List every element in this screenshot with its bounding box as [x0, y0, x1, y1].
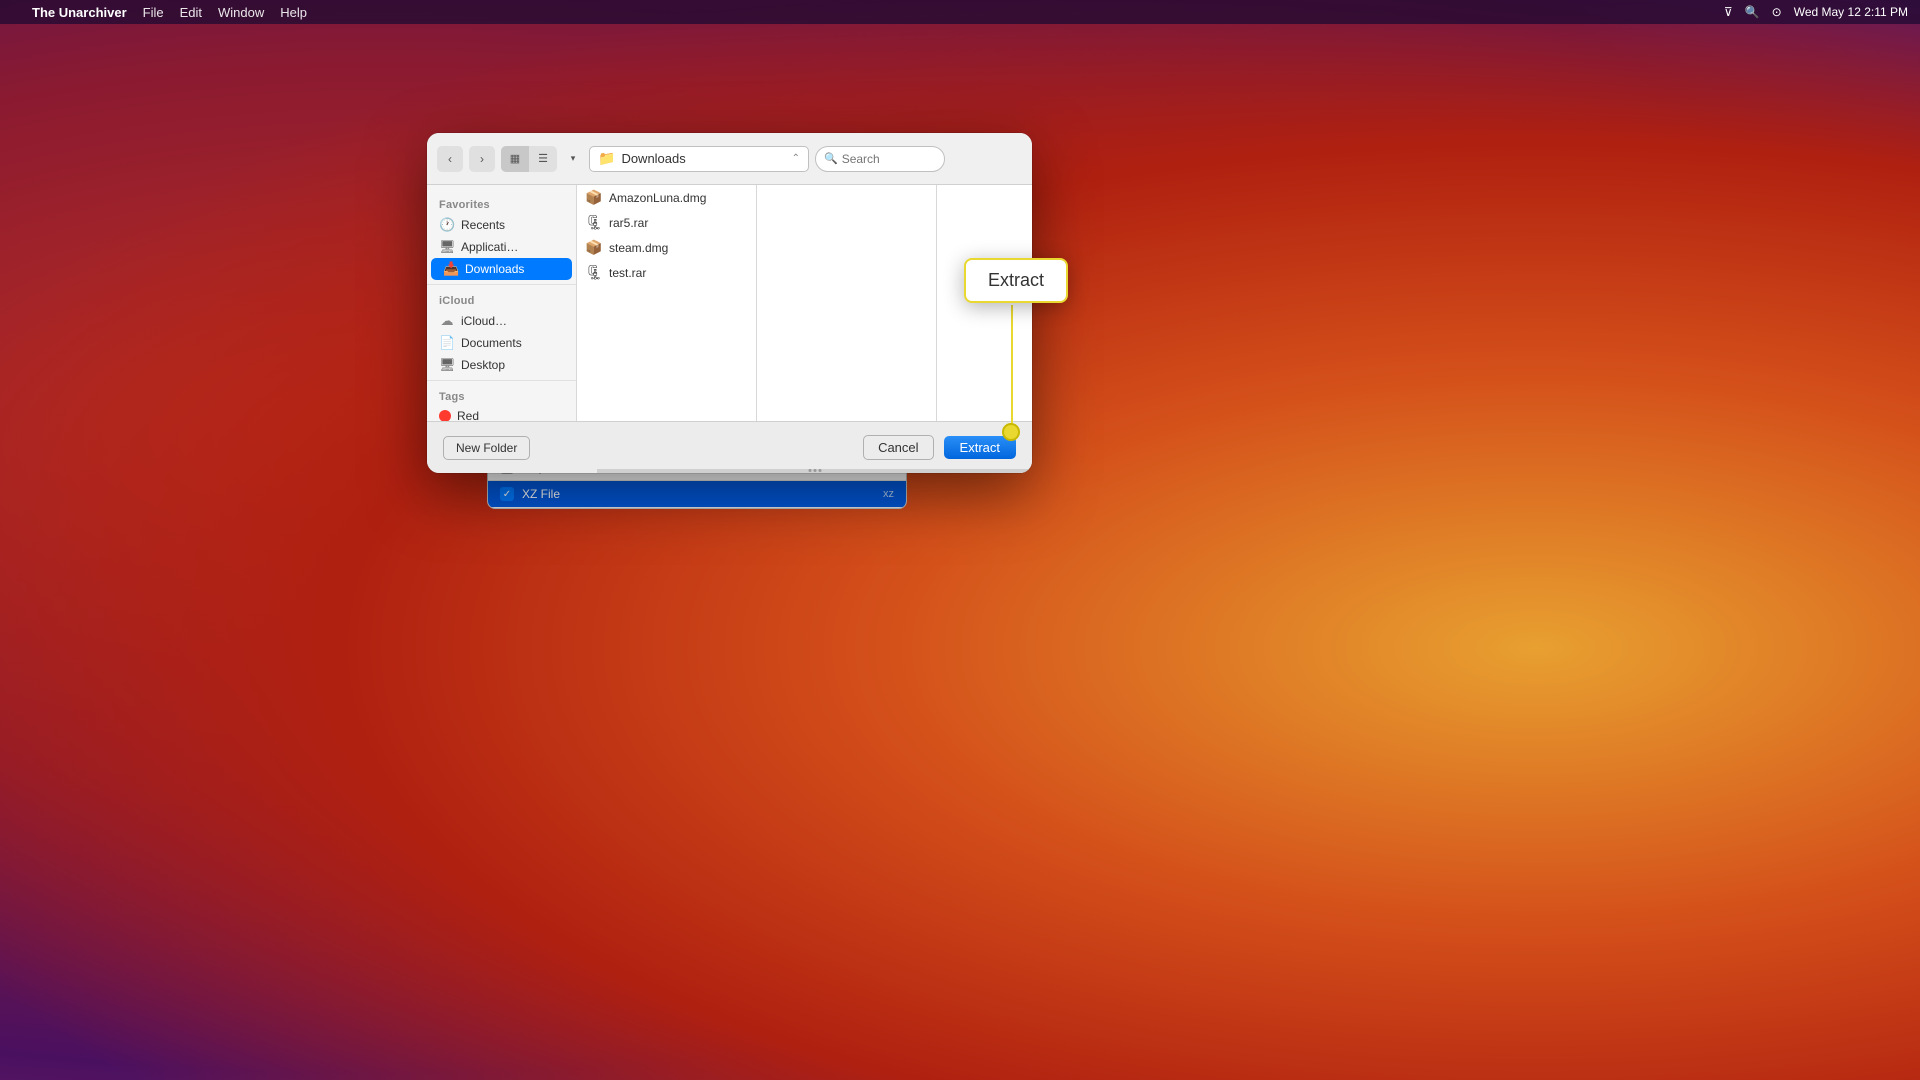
chevron-down-icon: ▾ — [571, 153, 576, 164]
file-list: 📦 AmazonLuna.dmg 🗜 rar5.rar 📦 steam.dmg … — [577, 185, 1032, 421]
wifi-icon: ⊽ — [1724, 5, 1733, 19]
dialog-footer: New Folder Cancel Extract — [427, 421, 1032, 473]
downloads-icon: 📥 — [443, 261, 459, 277]
datetime-label: Wed May 12 2:11 PM — [1794, 5, 1908, 19]
list-view-icon: ☰ — [538, 152, 548, 165]
dialog-body: Favorites 🕐 Recents 🖥 Applicati… 📥 Downl… — [427, 185, 1032, 421]
sidebar-item-documents[interactable]: 📄 Documents — [427, 332, 576, 354]
tags-section-label: Tags — [427, 385, 576, 406]
xz-checkbox[interactable]: ✓ — [500, 487, 514, 501]
file-item-test-rar[interactable]: 🗜 test.rar — [577, 260, 756, 285]
control-center-icon[interactable]: ⊙ — [1772, 5, 1782, 19]
extract-dot — [1002, 423, 1020, 441]
archive-row-xz[interactable]: ✓ XZ File xz — [488, 481, 906, 508]
sidebar-item-recents-label: Recents — [461, 218, 505, 232]
icloud-section-label: iCloud — [427, 289, 576, 310]
dialog-sidebar: Favorites 🕐 Recents 🖥 Applicati… 📥 Downl… — [427, 185, 577, 421]
column-view-icon: ▦ — [510, 152, 520, 165]
location-label: Downloads — [621, 151, 785, 166]
sidebar-item-recents[interactable]: 🕐 Recents — [427, 214, 576, 236]
new-folder-button[interactable]: New Folder — [443, 436, 530, 460]
applications-icon: 🖥 — [439, 239, 455, 255]
column-view-button[interactable]: ▦ — [501, 146, 529, 172]
sidebar-item-icloud-label: iCloud… — [461, 314, 507, 328]
red-tag-dot — [439, 410, 451, 421]
columns-container: 📦 AmazonLuna.dmg 🗜 rar5.rar 📦 steam.dmg … — [577, 185, 1032, 421]
search-input[interactable] — [842, 152, 932, 166]
sidebar-item-applications-label: Applicati… — [461, 240, 518, 254]
dmg-file-icon-2: 📦 — [585, 239, 603, 256]
icloud-icon: ☁ — [439, 313, 455, 329]
sidebar-item-documents-label: Documents — [461, 336, 522, 350]
extract-tooltip-label: Extract — [988, 270, 1044, 290]
sidebar-item-tag-red[interactable]: Red — [427, 406, 576, 421]
file-column-2 — [757, 185, 937, 421]
file-column-3 — [937, 185, 1032, 421]
menubar-right: ⊽ 🔍 ⊙ Wed May 12 2:11 PM — [1724, 5, 1908, 19]
folder-icon: 📁 — [598, 150, 615, 167]
back-icon: ‹ — [448, 152, 452, 166]
tag-red-label: Red — [457, 409, 479, 421]
sidebar-item-desktop[interactable]: 🖥 Desktop — [427, 354, 576, 376]
list-view-button[interactable]: ☰ — [529, 146, 557, 172]
menu-edit[interactable]: Edit — [180, 5, 202, 20]
view-toggle-group: ▦ ☰ — [501, 146, 557, 172]
extract-tooltip: Extract — [964, 258, 1068, 303]
documents-icon: 📄 — [439, 335, 455, 351]
menu-window[interactable]: Window — [218, 5, 264, 20]
location-arrow-icon: ⌃ — [792, 153, 800, 164]
extract-tooltip-bubble: Extract — [964, 258, 1068, 303]
extract-line — [1011, 305, 1013, 435]
app-name-label: The Unarchiver — [32, 5, 127, 20]
sidebar-item-downloads-label: Downloads — [465, 262, 524, 276]
sidebar-item-desktop-label: Desktop — [461, 358, 505, 372]
recents-icon: 🕐 — [439, 217, 455, 233]
favorites-section-label: Favorites — [427, 193, 576, 214]
desktop-icon: 🖥 — [439, 357, 455, 373]
menu-help[interactable]: Help — [280, 5, 307, 20]
sidebar-item-downloads[interactable]: 📥 Downloads — [431, 258, 572, 280]
file-save-dialog: ‹ › ▦ ☰ ▾ 📁 Downloads ⌃ 🔍 F — [427, 133, 1032, 473]
search-icon[interactable]: 🔍 — [1745, 5, 1760, 19]
file-item-rar5[interactable]: 🗜 rar5.rar — [577, 210, 756, 235]
search-box[interactable]: 🔍 — [815, 146, 945, 172]
archive-filename-xz: XZ File — [522, 487, 883, 501]
filename-steam: steam.dmg — [609, 241, 668, 255]
view-options-dropdown[interactable]: ▾ — [563, 146, 583, 172]
sidebar-item-icloud-drive[interactable]: ☁ iCloud… — [427, 310, 576, 332]
search-icon: 🔍 — [824, 152, 838, 165]
location-picker[interactable]: 📁 Downloads ⌃ — [589, 146, 809, 172]
rar-file-icon: 🗜 — [585, 214, 603, 231]
file-item-amazonluna[interactable]: 📦 AmazonLuna.dmg — [577, 185, 756, 210]
sidebar-divider-1 — [427, 284, 576, 285]
filename-rar5: rar5.rar — [609, 216, 648, 230]
rar-file-icon-2: 🗜 — [585, 264, 603, 281]
dmg-file-icon: 📦 — [585, 189, 603, 206]
forward-button[interactable]: › — [469, 146, 495, 172]
filename-test: test.rar — [609, 266, 646, 280]
dialog-toolbar: ‹ › ▦ ☰ ▾ 📁 Downloads ⌃ 🔍 — [427, 133, 1032, 185]
menubar-left: The Unarchiver File Edit Window Help — [12, 5, 307, 20]
menubar: The Unarchiver File Edit Window Help ⊽ 🔍… — [0, 0, 1920, 24]
file-column-1: 📦 AmazonLuna.dmg 🗜 rar5.rar 📦 steam.dmg … — [577, 185, 757, 421]
filename-amazonluna: AmazonLuna.dmg — [609, 191, 706, 205]
file-item-steam[interactable]: 📦 steam.dmg — [577, 235, 756, 260]
archive-type-xz: xz — [883, 488, 894, 500]
forward-icon: › — [480, 152, 484, 166]
back-button[interactable]: ‹ — [437, 146, 463, 172]
sidebar-divider-2 — [427, 380, 576, 381]
sidebar-item-applications[interactable]: 🖥 Applicati… — [427, 236, 576, 258]
menu-file[interactable]: File — [143, 5, 164, 20]
cancel-button[interactable]: Cancel — [863, 435, 933, 460]
